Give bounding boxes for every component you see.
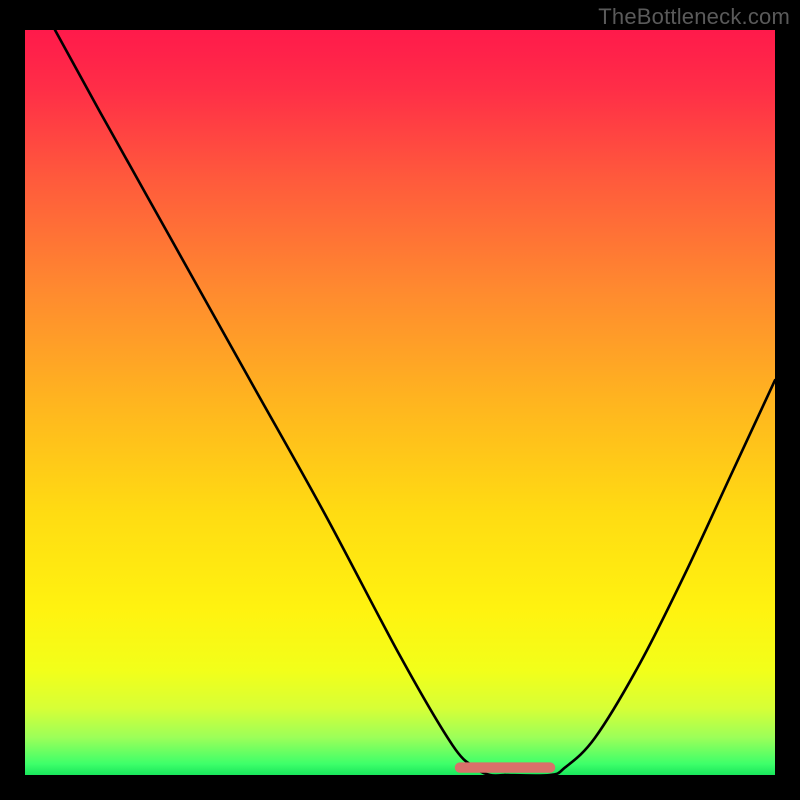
watermark-text: TheBottleneck.com [598, 4, 790, 30]
background-gradient [25, 30, 775, 775]
chart-container: TheBottleneck.com [0, 0, 800, 800]
plot-area [25, 30, 775, 775]
